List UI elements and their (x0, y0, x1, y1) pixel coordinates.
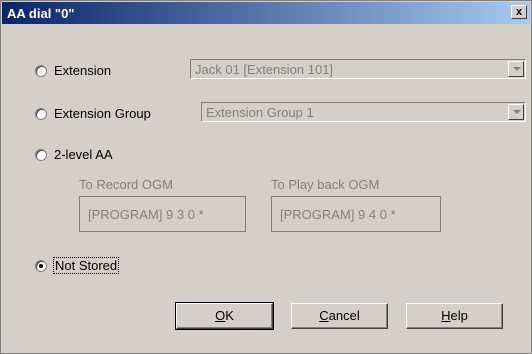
radio-circle[interactable] (35, 259, 47, 272)
close-icon: x (515, 6, 523, 18)
play-ogm-value: [PROGRAM] 9 4 0 * (280, 207, 396, 222)
radio-not-stored[interactable]: Not Stored (35, 257, 120, 274)
cancel-button-label: ancel (328, 308, 360, 323)
help-button-label: elp (450, 308, 468, 323)
help-button[interactable]: Help (406, 303, 503, 329)
radio-circle[interactable] (35, 148, 47, 161)
play-ogm-field: [PROGRAM] 9 4 0 * (271, 196, 441, 232)
chevron-down-icon[interactable] (508, 104, 524, 120)
record-ogm-field: [PROGRAM] 9 3 0 * (79, 196, 246, 232)
not-stored-label: Not Stored (52, 257, 120, 274)
radio-extension-group[interactable]: Extension Group (35, 106, 151, 121)
radio-circle[interactable] (35, 107, 47, 120)
radio-circle[interactable] (35, 64, 47, 77)
dialog-window: AA dial "0" x Extension Jack 01 [Extensi… (0, 0, 532, 354)
2-level-aa-label: 2-level AA (54, 147, 113, 162)
extension-select-value: Jack 01 [Extension 101] (195, 62, 334, 77)
extension-label: Extension (54, 63, 112, 78)
record-ogm-value: [PROGRAM] 9 3 0 * (88, 207, 204, 222)
play-ogm-label: To Play back OGM (271, 177, 380, 192)
record-ogm-label: To Record OGM (79, 177, 173, 192)
extension-group-label: Extension Group (54, 106, 151, 121)
ok-button[interactable]: OK (175, 302, 274, 330)
dialog-title: AA dial "0" (7, 6, 75, 21)
radio-2-level-aa[interactable]: 2-level AA (35, 147, 113, 162)
chevron-down-icon[interactable] (508, 61, 524, 77)
radio-extension[interactable]: Extension (35, 63, 111, 78)
ok-button-label: K (225, 308, 234, 323)
ok-button-mnemonic: O (215, 308, 226, 323)
help-button-mnemonic: H (441, 308, 451, 323)
extension-group-select-value: Extension Group 1 (206, 105, 314, 120)
cancel-button[interactable]: Cancel (291, 303, 388, 329)
title-bar[interactable]: AA dial "0" x (2, 2, 530, 24)
cancel-button-mnemonic: C (319, 308, 329, 323)
extension-select[interactable]: Jack 01 [Extension 101] (190, 59, 526, 79)
extension-group-select[interactable]: Extension Group 1 (201, 102, 526, 122)
close-button[interactable]: x (511, 5, 527, 19)
